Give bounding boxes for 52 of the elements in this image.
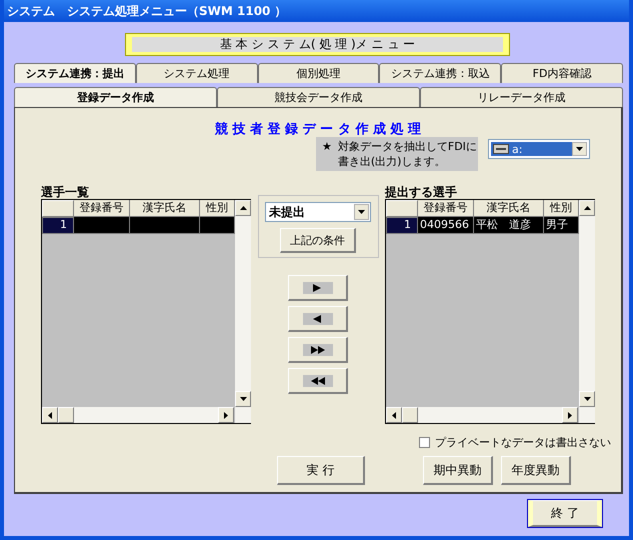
move-button[interactable] — [288, 306, 348, 332]
exit-button[interactable]: 終 了 — [528, 500, 602, 527]
dropdown-arrow-icon — [576, 147, 583, 151]
vertical-scrollbar[interactable] — [579, 200, 595, 423]
tab[interactable]: FD内容確認 — [501, 63, 623, 83]
list-label: 提出する選手 — [385, 184, 458, 199]
scroll-down-icon — [240, 397, 246, 401]
double-left-arrow-icon — [310, 376, 326, 386]
drive-dropdown[interactable]: a: — [488, 139, 590, 159]
tab[interactable]: 競技会データ作成 — [217, 87, 420, 107]
list-label: 選手一覧 — [41, 184, 90, 199]
table-row[interactable]: 1 0409566 平松 道彦 男子 — [386, 217, 579, 234]
vertical-scrollbar[interactable] — [235, 200, 251, 423]
move-button[interactable] — [288, 368, 348, 394]
condition-button[interactable]: 上記の条件 — [280, 228, 356, 253]
scroll-up-icon — [584, 206, 590, 210]
move-button[interactable] — [288, 275, 348, 301]
corner-header — [386, 200, 418, 217]
scroll-left-icon — [48, 412, 52, 418]
change-button[interactable]: 期中異動 — [423, 456, 493, 485]
window-title: システム システム処理メニュー（SWM 1100 ） — [7, 2, 287, 20]
tab[interactable]: システム連携：提出 — [14, 63, 136, 83]
table-row[interactable]: 1 — [42, 217, 235, 234]
scroll-left-icon — [392, 412, 396, 418]
tab[interactable]: リレーデータ作成 — [420, 87, 623, 107]
private-data-checkbox[interactable] — [419, 437, 430, 448]
scroll-right-icon — [224, 412, 228, 418]
drive-icon — [493, 144, 509, 154]
horizontal-scrollbar[interactable] — [42, 407, 234, 423]
scroll-thumb[interactable] — [402, 407, 418, 423]
execute-button[interactable]: 実 行 — [277, 456, 365, 485]
scroll-right-icon — [568, 412, 572, 418]
page-heading: 競 技 者 登 録 デ ー タ 作 成 処 理 — [214, 120, 422, 138]
horizontal-scrollbar[interactable] — [386, 407, 578, 423]
corner-header — [42, 200, 74, 217]
tab[interactable]: 個別処理 — [258, 63, 380, 83]
dropdown-arrow-icon — [358, 210, 365, 214]
checkbox-label: プライベートなデータは書出さない — [435, 435, 611, 450]
note-box: ★ 対象データを抽出してFDIに 書き出(出力)します。 — [316, 137, 478, 171]
tab[interactable]: システム処理 — [136, 63, 258, 83]
player-grid[interactable]: 登録番号 漢字氏名 性別 1 — [41, 199, 251, 424]
change-button[interactable]: 年度異動 — [501, 456, 571, 485]
scroll-down-icon — [584, 397, 590, 401]
tab[interactable]: 登録データ作成 — [14, 87, 217, 107]
player-grid[interactable]: 登録番号 漢字氏名 性別 1 0409566 平松 道彦 男子 — [385, 199, 595, 424]
double-right-arrow-icon — [310, 344, 326, 354]
status-dropdown[interactable]: 未提出 — [265, 202, 371, 222]
scroll-up-icon — [240, 206, 246, 210]
move-button[interactable] — [288, 337, 348, 363]
menu-header: 基 本 シ ス テ ム( 処 理 )メ ニ ュ ー — [125, 33, 510, 56]
scroll-thumb[interactable] — [58, 407, 74, 423]
tab[interactable]: システム連携：取込 — [379, 63, 502, 83]
